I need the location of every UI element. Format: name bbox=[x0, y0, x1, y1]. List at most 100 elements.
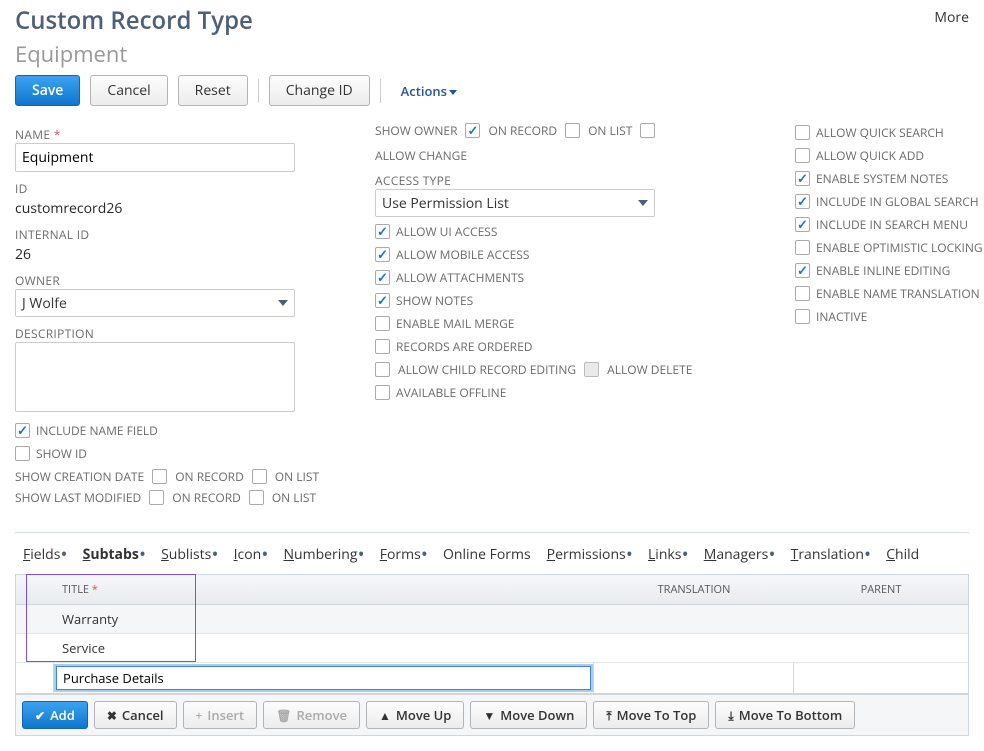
include-in-search-menu-checkbox[interactable] bbox=[795, 217, 810, 232]
arrow-down-icon: ▼ bbox=[483, 707, 495, 724]
show-last-modified-label: SHOW LAST MODIFIED bbox=[15, 489, 141, 506]
allow-child-record-editing-checkbox[interactable] bbox=[375, 362, 390, 377]
table-row[interactable]: Service bbox=[16, 634, 968, 663]
grid-move-to-bottom-button[interactable]: ⤓Move To Bottom bbox=[715, 701, 855, 729]
save-button[interactable]: Save bbox=[15, 75, 80, 106]
on-list-label: ON LIST bbox=[275, 468, 319, 485]
col-title[interactable]: TITLE * bbox=[54, 575, 594, 604]
allow-ui-access-checkbox[interactable] bbox=[375, 224, 390, 239]
show-notes-checkbox[interactable] bbox=[375, 293, 390, 308]
modified-on-record-checkbox[interactable] bbox=[149, 490, 164, 505]
col-handle bbox=[16, 575, 54, 604]
owner-allow-change-checkbox[interactable] bbox=[640, 123, 655, 138]
records-are-ordered-checkbox[interactable] bbox=[375, 339, 390, 354]
on-list-label: ON LIST bbox=[588, 122, 632, 139]
tab-online-forms[interactable]: Online Forms bbox=[443, 545, 531, 564]
access-type-label: ACCESS TYPE bbox=[375, 172, 755, 189]
change-id-button[interactable]: Change ID bbox=[269, 75, 370, 106]
enable-name-translation-label: ENABLE NAME TRANSLATION bbox=[816, 285, 980, 302]
enable-inline-editing-label: ENABLE INLINE EDITING bbox=[816, 262, 950, 279]
on-record-label: ON RECORD bbox=[488, 122, 557, 139]
owner-on-record-checkbox[interactable] bbox=[465, 123, 480, 138]
arrow-up-icon: ▲ bbox=[379, 707, 391, 724]
trash-icon: 🗑 bbox=[276, 707, 291, 724]
tab-links[interactable]: Links• bbox=[648, 545, 688, 564]
tab-numbering[interactable]: Numbering• bbox=[284, 545, 364, 564]
tab-child[interactable]: Child bbox=[886, 545, 919, 564]
description-input[interactable] bbox=[15, 342, 295, 412]
include-in-search-menu-label: INCLUDE IN SEARCH MENU bbox=[816, 216, 968, 233]
include-name-field-checkbox[interactable] bbox=[15, 423, 30, 438]
subtabs-bar: Fields• Subtabs• Sublists• Icon• Numberi… bbox=[15, 533, 969, 574]
tab-permissions[interactable]: Permissions• bbox=[547, 545, 632, 564]
internal-id-label: INTERNAL ID bbox=[15, 226, 335, 243]
row-title: Warranty bbox=[54, 605, 594, 633]
table-row[interactable]: Warranty bbox=[16, 605, 968, 634]
owner-value: J Wolfe bbox=[22, 294, 67, 313]
allow-quick-add-checkbox[interactable] bbox=[795, 148, 810, 163]
inactive-checkbox[interactable] bbox=[795, 309, 810, 324]
tab-fields[interactable]: Fields• bbox=[23, 545, 67, 564]
tab-forms[interactable]: Forms• bbox=[380, 545, 427, 564]
tab-icon[interactable]: Icon• bbox=[234, 545, 268, 564]
modified-on-list-checkbox[interactable] bbox=[249, 490, 264, 505]
plus-icon: + bbox=[196, 707, 203, 724]
allow-attachments-checkbox[interactable] bbox=[375, 270, 390, 285]
creation-on-record-checkbox[interactable] bbox=[152, 469, 167, 484]
tab-translation[interactable]: Translation• bbox=[791, 545, 871, 564]
allow-mobile-access-checkbox[interactable] bbox=[375, 247, 390, 262]
check-icon: ✔ bbox=[35, 707, 45, 724]
grid-move-down-button[interactable]: ▼Move Down bbox=[470, 701, 587, 729]
access-type-select[interactable]: Use Permission List bbox=[375, 189, 655, 217]
tab-subtabs[interactable]: Subtabs• bbox=[83, 545, 145, 564]
show-id-checkbox[interactable] bbox=[15, 446, 30, 461]
enable-inline-editing-checkbox[interactable] bbox=[795, 263, 810, 278]
allow-delete-label: ALLOW DELETE bbox=[607, 361, 692, 378]
on-list-label: ON LIST bbox=[272, 489, 316, 506]
available-offline-label: AVAILABLE OFFLINE bbox=[396, 384, 506, 401]
chevron-down-icon bbox=[449, 90, 457, 95]
actions-menu[interactable]: Actions bbox=[401, 82, 457, 100]
include-in-global-search-checkbox[interactable] bbox=[795, 194, 810, 209]
allow-delete-checkbox[interactable] bbox=[584, 362, 599, 377]
inactive-label: INACTIVE bbox=[816, 308, 867, 325]
grid-move-up-button[interactable]: ▲Move Up bbox=[366, 701, 464, 729]
allow-mobile-access-label: ALLOW MOBILE ACCESS bbox=[396, 246, 529, 263]
show-id-label: SHOW ID bbox=[36, 445, 87, 462]
available-offline-checkbox[interactable] bbox=[375, 385, 390, 400]
owner-on-list-checkbox[interactable] bbox=[565, 123, 580, 138]
name-input[interactable] bbox=[15, 143, 295, 172]
enable-name-translation-checkbox[interactable] bbox=[795, 286, 810, 301]
subtabs-grid: TITLE * TRANSLATION PARENT Warranty Serv… bbox=[15, 574, 969, 695]
title-edit-input[interactable] bbox=[56, 666, 591, 690]
more-link[interactable]: More bbox=[934, 8, 969, 27]
chevron-down-icon bbox=[278, 300, 288, 306]
records-are-ordered-label: RECORDS ARE ORDERED bbox=[396, 338, 532, 355]
tab-sublists[interactable]: Sublists• bbox=[161, 545, 218, 564]
access-type-value: Use Permission List bbox=[382, 194, 509, 213]
grid-add-button[interactable]: ✔Add bbox=[22, 701, 88, 729]
tab-managers[interactable]: Managers• bbox=[704, 545, 775, 564]
owner-select[interactable]: J Wolfe bbox=[15, 289, 295, 317]
grid-remove-button[interactable]: 🗑Remove bbox=[263, 701, 360, 729]
grid-insert-button[interactable]: +Insert bbox=[183, 701, 258, 729]
allow-change-label: ALLOW CHANGE bbox=[375, 147, 467, 164]
col-translation[interactable]: TRANSLATION bbox=[594, 575, 794, 604]
include-in-global-search-label: INCLUDE IN GLOBAL SEARCH bbox=[816, 193, 979, 210]
enable-system-notes-checkbox[interactable] bbox=[795, 171, 810, 186]
enable-optimistic-locking-checkbox[interactable] bbox=[795, 240, 810, 255]
arrow-top-icon: ⤒ bbox=[606, 707, 611, 724]
reset-button[interactable]: Reset bbox=[178, 75, 248, 106]
allow-quick-search-label: ALLOW QUICK SEARCH bbox=[816, 124, 944, 141]
creation-on-list-checkbox[interactable] bbox=[252, 469, 267, 484]
enable-mail-merge-checkbox[interactable] bbox=[375, 316, 390, 331]
col-parent[interactable]: PARENT bbox=[794, 575, 968, 604]
table-edit-row[interactable] bbox=[16, 663, 968, 694]
grid-cancel-button[interactable]: ✖Cancel bbox=[94, 701, 177, 729]
allow-quick-search-checkbox[interactable] bbox=[795, 125, 810, 140]
enable-optimistic-locking-label: ENABLE OPTIMISTIC LOCKING bbox=[816, 239, 983, 256]
grid-move-to-top-button[interactable]: ⤒Move To Top bbox=[593, 701, 709, 729]
close-icon: ✖ bbox=[107, 707, 117, 724]
cancel-button[interactable]: Cancel bbox=[90, 75, 167, 106]
allow-quick-add-label: ALLOW QUICK ADD bbox=[816, 147, 924, 164]
